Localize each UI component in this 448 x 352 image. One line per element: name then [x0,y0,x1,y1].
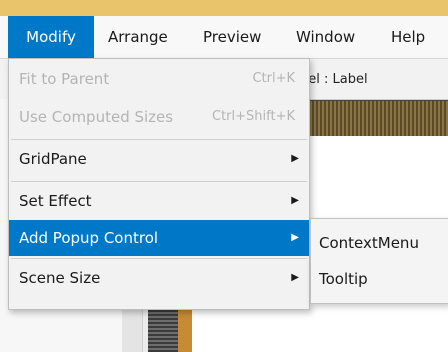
menu-separator [11,139,307,140]
add-popup-control-label: Add Popup Control [19,229,159,247]
submenu-arrow-icon: ▶ [291,272,299,283]
submenu-arrow-icon: ▶ [291,232,299,243]
menu-help[interactable]: Help [391,16,425,58]
set-effect-label: Set Effect [19,192,92,210]
gridpane-label: GridPane [19,150,87,168]
menu-bar: Modify Arrange Preview Window Help [0,16,448,59]
menu-window[interactable]: Window [296,16,355,58]
submenu-arrow-icon: ▶ [291,153,299,164]
menu-separator [11,258,307,259]
use-computed-sizes-shortcut: Ctrl+Shift+K [212,109,295,124]
menu-item-set-effect[interactable]: Set Effect ▶ [9,183,309,219]
menu-separator [11,181,307,182]
canvas-hatch-bar [300,100,448,138]
use-computed-sizes-label: Use Computed Sizes [19,108,174,126]
modify-dropdown-menu: Fit to Parent Ctrl+K Use Computed Sizes … [8,58,310,310]
menu-item-scene-size[interactable]: Scene Size ▶ [9,260,309,296]
selected-element-label: bel : Label [300,72,368,87]
fit-to-parent-label: Fit to Parent [19,70,110,88]
window-top-strip [0,0,448,16]
menu-item-gridpane[interactable]: GridPane ▶ [9,141,309,177]
menu-arrange[interactable]: Arrange [108,16,168,58]
submenu-item-tooltip[interactable]: Tooltip [319,261,368,297]
submenu-item-contextmenu[interactable]: ContextMenu [319,225,419,261]
menu-preview[interactable]: Preview [203,16,261,58]
menu-modify[interactable]: Modify [8,16,94,58]
menu-item-use-computed-sizes[interactable]: Use Computed Sizes Ctrl+Shift+K [9,99,309,135]
submenu-arrow-icon: ▶ [291,195,299,206]
menu-item-fit-to-parent[interactable]: Fit to Parent Ctrl+K [9,61,309,97]
scene-size-label: Scene Size [19,269,101,287]
fit-to-parent-shortcut: Ctrl+K [252,71,295,86]
add-popup-control-submenu: ContextMenu Tooltip [310,218,448,304]
menu-item-add-popup-control[interactable]: Add Popup Control ▶ [9,220,309,256]
